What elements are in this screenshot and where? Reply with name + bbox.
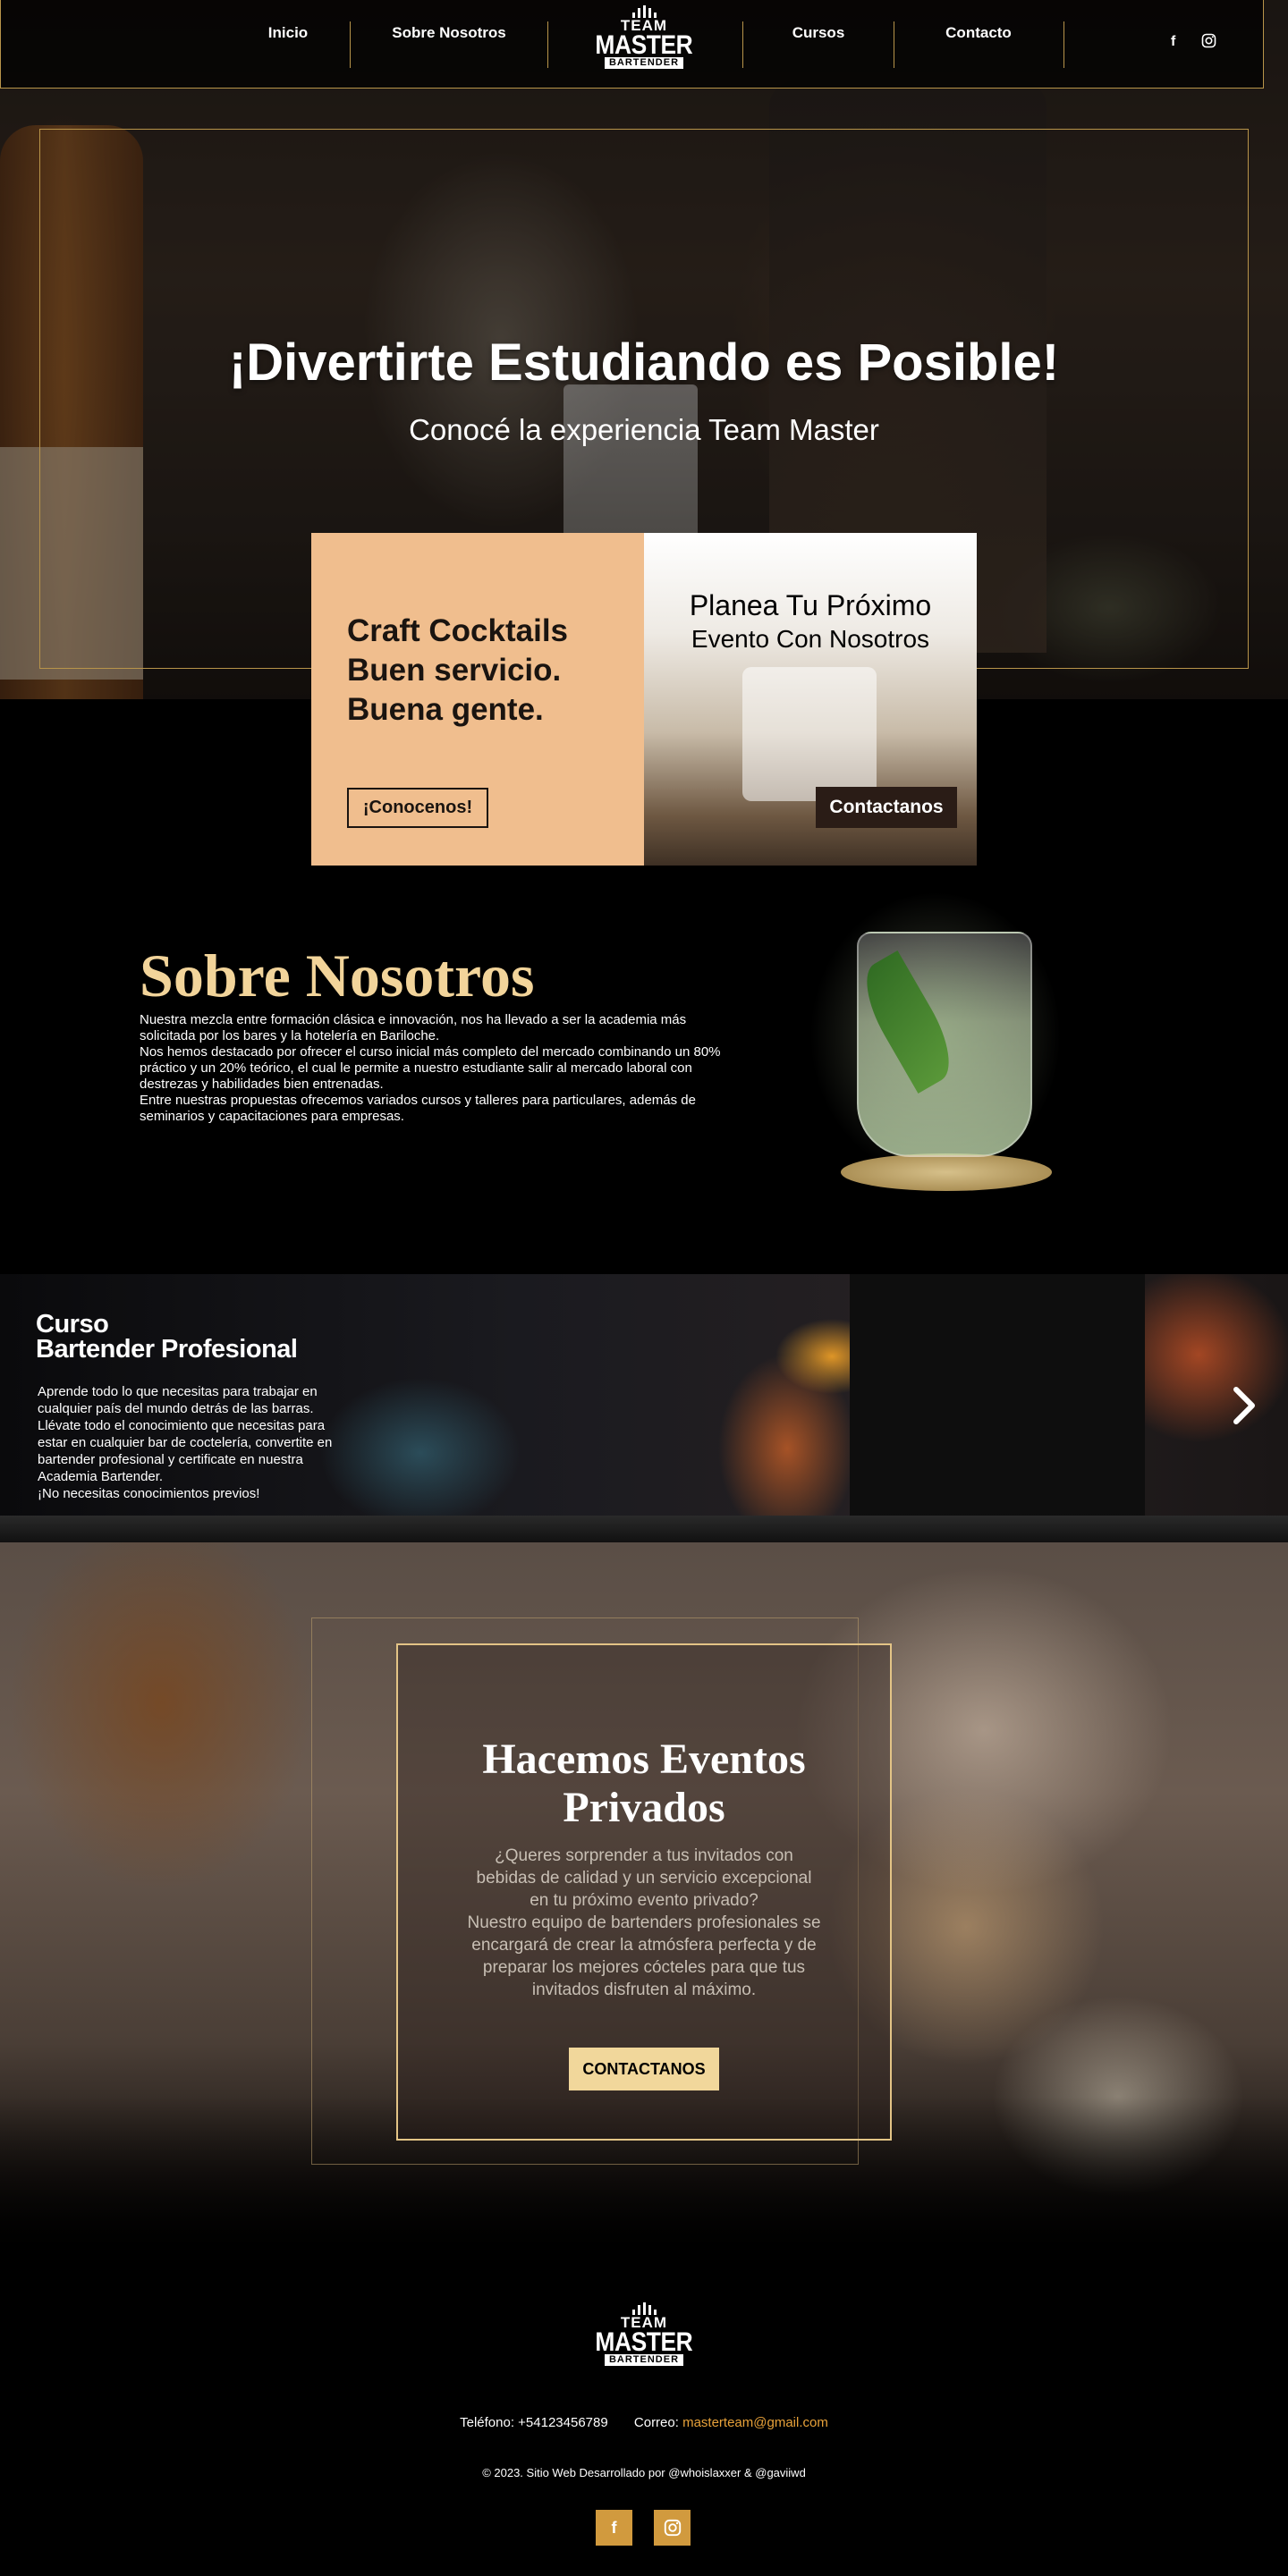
events-contactanos-button[interactable]: CONTACTANOS xyxy=(569,2048,719,2090)
nav-contacto[interactable]: Contacto xyxy=(894,0,1063,66)
events-title: Hacemos Eventos Privados xyxy=(482,1736,806,1831)
instagram-icon[interactable] xyxy=(654,2510,691,2546)
footer-logo: TEAM MASTER BARTENDER xyxy=(594,2302,694,2366)
promo-cards: Craft Cocktails Buen servicio. Buena gen… xyxy=(311,533,977,866)
footer-email-link[interactable]: masterteam@gmail.com xyxy=(682,2415,828,2430)
events-question: ¿Queres sorprender a tus invitados con b… xyxy=(476,1846,812,1910)
facebook-icon[interactable]: f xyxy=(596,2510,632,2546)
course-text: Aprende todo lo que necesitas para traba… xyxy=(38,1384,333,1484)
events-section: Hacemos Eventos Privados ¿Queres sorpren… xyxy=(0,1542,1288,2258)
course-text-last: ¡No necesitas conocimientos previos! xyxy=(38,1486,260,1501)
promo-headline-line: Buena gente. xyxy=(347,692,544,727)
footer: TEAM MASTER BARTENDER Teléfono: +5412345… xyxy=(0,2258,1288,2576)
bartender-image xyxy=(850,1274,1145,1516)
instagram-icon[interactable] xyxy=(1201,33,1216,53)
crown-icon xyxy=(629,2302,659,2315)
events-description: ¿Queres sorprender a tus invitados con b… xyxy=(465,1845,823,2001)
nav-divider xyxy=(1063,21,1064,68)
promo-headline: Craft Cocktails Buen servicio. Buena gen… xyxy=(347,612,568,730)
nav-sobre-nosotros[interactable]: Sobre Nosotros xyxy=(351,0,547,66)
footer-contact: Teléfono: +54123456789 Correo: mastertea… xyxy=(0,2415,1288,2430)
logo-text-master: MASTER xyxy=(595,30,693,60)
course-description: Aprende todo lo que necesitas para traba… xyxy=(38,1383,342,1502)
promo-evento-title-line1: Planea Tu Próximo xyxy=(689,589,932,621)
site-logo[interactable]: TEAM MASTER BARTENDER xyxy=(594,5,694,69)
facebook-icon[interactable]: f xyxy=(1171,34,1175,50)
about-paragraph: Nuestra mezcla entre formación clásica e… xyxy=(140,1012,687,1043)
promo-card-craft: Craft Cocktails Buen servicio. Buena gen… xyxy=(311,533,644,866)
contactanos-button[interactable]: Contactanos xyxy=(816,787,957,828)
events-body: Nuestro equipo de bartenders profesional… xyxy=(467,1913,821,1999)
about-paragraph: Nos hemos destacado por ofrecer el curso… xyxy=(140,1044,721,1092)
bar-counter-image xyxy=(0,1516,1288,1542)
promo-card-evento: Planea Tu Próximo Evento Con Nosotros Co… xyxy=(644,533,977,866)
promo-evento-title: Planea Tu Próximo Evento Con Nosotros xyxy=(644,588,977,656)
promo-headline-line: Craft Cocktails xyxy=(347,613,569,648)
promo-evento-title-line2: Evento Con Nosotros xyxy=(691,625,930,653)
course-slider: Curso Bartender Profesional Aprende todo… xyxy=(0,1274,1288,1542)
promo-headline-line: Buen servicio. xyxy=(347,653,562,688)
nav-cursos[interactable]: Cursos xyxy=(743,0,894,66)
nav-divider xyxy=(547,21,548,68)
footer-phone: Teléfono: +54123456789 xyxy=(460,2415,608,2430)
nav-inicio[interactable]: Inicio xyxy=(226,0,350,66)
footer-mail-label: Correo: xyxy=(633,2415,683,2430)
promo-ice-image xyxy=(742,667,877,801)
logo-text-master: MASTER xyxy=(595,2327,693,2357)
course-title-line2: Bartender Profesional xyxy=(36,1335,298,1364)
top-navigation: Inicio Sobre Nosotros TEAM MASTER BARTEN… xyxy=(0,0,1264,89)
hero-subtitle: Conocé la experiencia Team Master xyxy=(409,413,879,446)
about-title: Sobre Nosotros xyxy=(140,942,535,1009)
hero-title: ¡Divertirte Estudiando es Posible! xyxy=(228,334,1060,392)
about-text: Nuestra mezcla entre formación clásica e… xyxy=(140,1012,730,1125)
conocenos-button[interactable]: ¡Conocenos! xyxy=(347,788,488,828)
chevron-right-icon[interactable] xyxy=(1231,1385,1258,1436)
about-paragraph: Entre nuestras propuestas ofrecemos vari… xyxy=(140,1093,696,1124)
coaster-image xyxy=(841,1153,1052,1191)
crown-icon xyxy=(629,5,659,18)
footer-copyright: © 2023. Sitio Web Desarrollado por @whoi… xyxy=(482,2466,806,2479)
